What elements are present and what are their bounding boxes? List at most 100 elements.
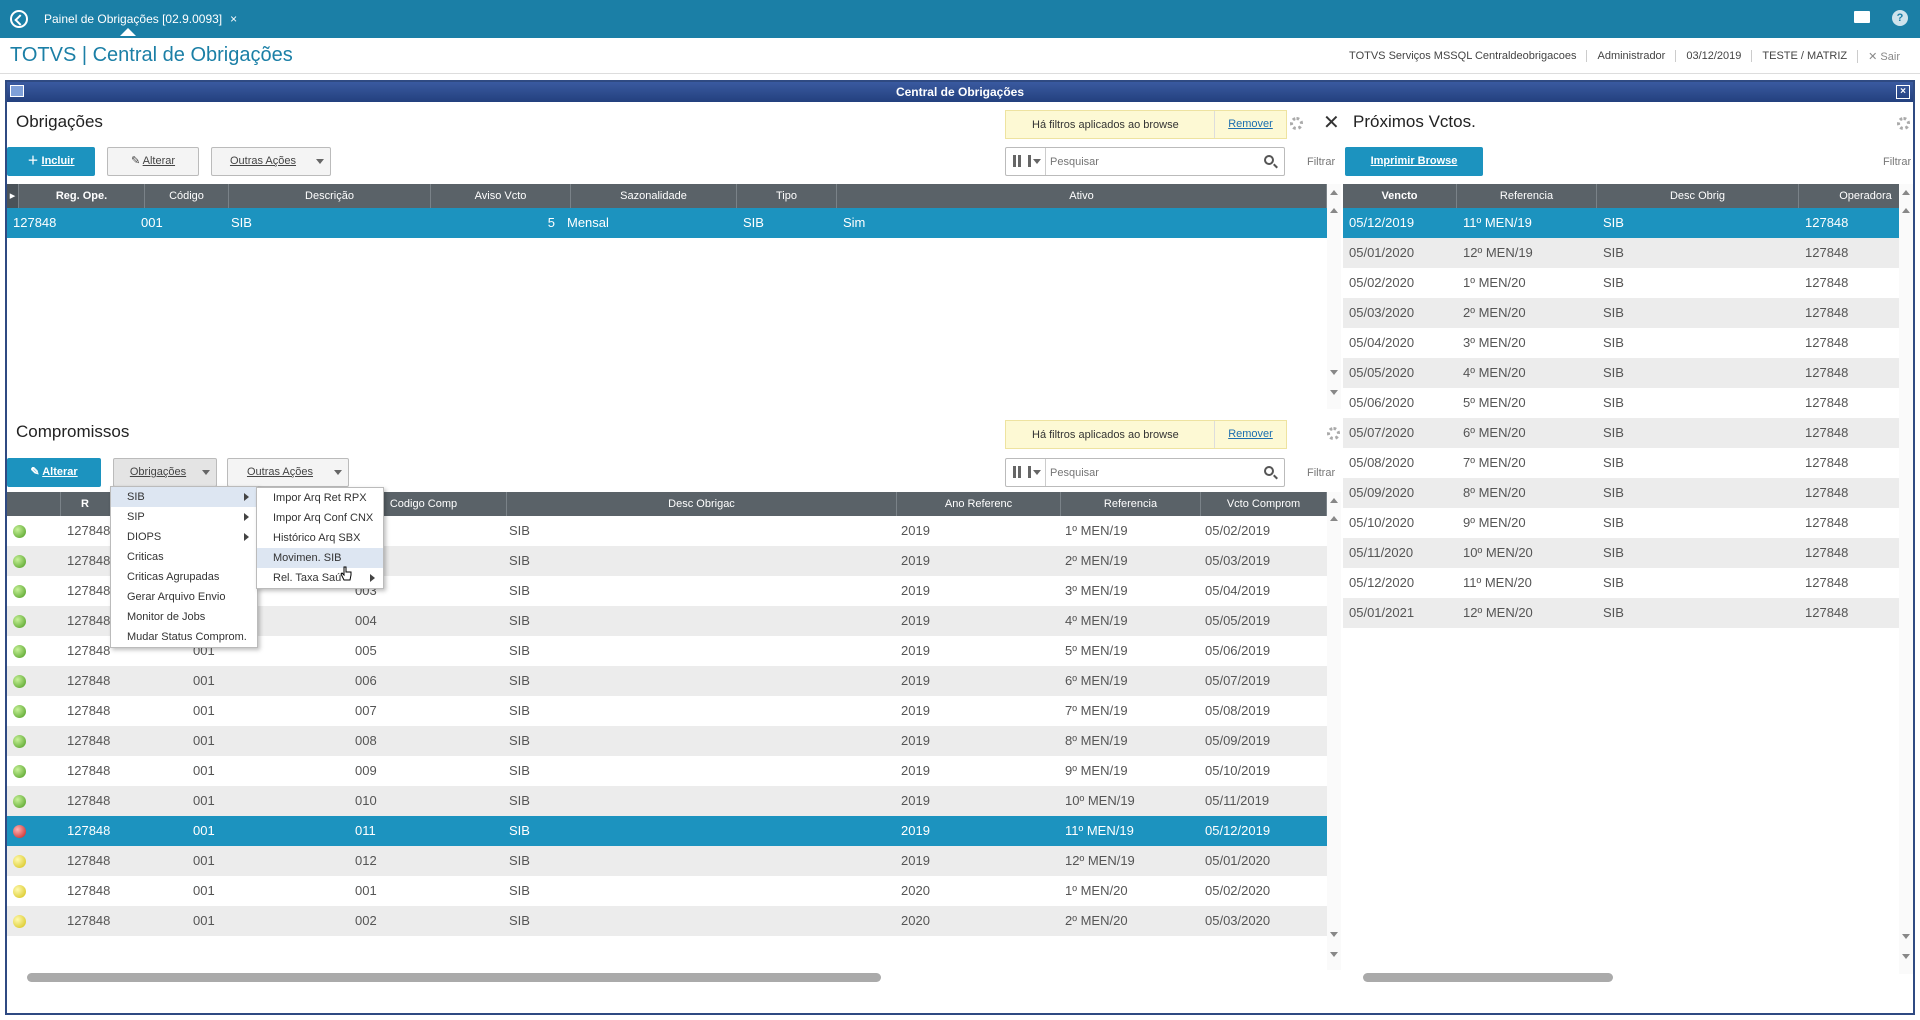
col-reg-ope[interactable]: Reg. Ope. bbox=[19, 184, 145, 208]
col-descricao[interactable]: Descrição bbox=[229, 184, 431, 208]
col-referencia[interactable]: Referencia bbox=[1457, 184, 1597, 208]
filtrar-proximos-link[interactable]: Filtrar bbox=[1883, 156, 1911, 168]
col-sazonalidade[interactable]: Sazonalidade bbox=[571, 184, 737, 208]
search-obrigacoes[interactable] bbox=[1005, 147, 1285, 176]
columns-icon[interactable] bbox=[1006, 148, 1046, 175]
alterar-obrigacao-button[interactable]: ✎ Alterar bbox=[107, 147, 199, 176]
search-obrigacoes-input[interactable] bbox=[1050, 151, 1250, 172]
menu-item-sip[interactable]: SIP bbox=[111, 507, 257, 527]
remove-filter-link[interactable]: Remover bbox=[1214, 421, 1286, 448]
col-desc-obrigac[interactable]: Desc Obrigac bbox=[507, 492, 897, 516]
col-vencto[interactable]: Vencto bbox=[1343, 184, 1457, 208]
table-row[interactable]: 05/03/2020 2º MEN/20 SIB 127848 bbox=[1343, 298, 1899, 328]
mail-icon[interactable] bbox=[1854, 11, 1870, 23]
scroll-up-icon[interactable] bbox=[1902, 190, 1910, 195]
compromissos-vscroll[interactable] bbox=[1327, 492, 1341, 970]
exit-button[interactable]: ✕ Sair bbox=[1857, 49, 1910, 63]
table-row[interactable]: 127848 001 009 SIB 2019 9º MEN/19 05/10/2019 bbox=[7, 756, 1327, 786]
table-row[interactable]: 05/01/2021 12º MEN/20 SIB 127848 bbox=[1343, 598, 1899, 628]
gear-icon[interactable] bbox=[1290, 117, 1303, 130]
obrigacoes-menu-button[interactable]: Obrigações bbox=[113, 458, 217, 487]
menu-item-mudar-status[interactable]: Mudar Status Comprom. bbox=[111, 627, 257, 647]
scroll-page-up-icon[interactable] bbox=[1330, 516, 1338, 521]
scroll-down-icon[interactable] bbox=[1330, 952, 1338, 957]
search-compromissos-input[interactable] bbox=[1050, 462, 1250, 483]
scroll-up-icon[interactable] bbox=[1330, 190, 1338, 195]
table-row[interactable]: 127848 001 002 SIB 2020 2º MEN/20 05/03/2020 bbox=[7, 906, 1327, 936]
table-row[interactable]: 05/12/2019 11º MEN/19 SIB 127848 bbox=[1343, 208, 1899, 238]
hscroll-thumb[interactable] bbox=[27, 973, 881, 982]
table-row[interactable]: 127848 001 012 SIB 2019 12º MEN/19 05/01/2020 bbox=[7, 846, 1327, 876]
menu-item-movimen-sib[interactable]: Movimen. SIB bbox=[257, 548, 383, 568]
proximos-hscroll[interactable] bbox=[1343, 970, 1903, 984]
remove-filter-link[interactable]: Remover bbox=[1214, 111, 1286, 138]
menu-item-gerar-arquivo-envio[interactable]: Gerar Arquivo Envio bbox=[111, 587, 257, 607]
table-row[interactable]: 05/09/2020 8º MEN/20 SIB 127848 bbox=[1343, 478, 1899, 508]
scroll-page-down-icon[interactable] bbox=[1330, 932, 1338, 937]
search-icon[interactable] bbox=[1264, 466, 1274, 476]
search-icon[interactable] bbox=[1264, 155, 1274, 165]
table-row[interactable]: 05/10/2020 9º MEN/20 SIB 127848 bbox=[1343, 508, 1899, 538]
col-codigo[interactable]: Código bbox=[145, 184, 229, 208]
col-ano-referenc[interactable]: Ano Referenc bbox=[897, 492, 1061, 516]
table-row[interactable]: 05/06/2020 5º MEN/20 SIB 127848 bbox=[1343, 388, 1899, 418]
search-compromissos[interactable] bbox=[1005, 458, 1285, 487]
table-row[interactable]: 05/05/2020 4º MEN/20 SIB 127848 bbox=[1343, 358, 1899, 388]
table-row[interactable]: 127848 001 006 SIB 2019 6º MEN/19 05/07/2019 bbox=[7, 666, 1327, 696]
col-referencia[interactable]: Referencia bbox=[1061, 492, 1201, 516]
obrigacoes-vscroll[interactable] bbox=[1327, 184, 1341, 409]
proximos-vscroll[interactable] bbox=[1899, 184, 1913, 974]
incluir-button[interactable]: ＋ Incluir bbox=[7, 147, 95, 176]
col-ativo[interactable]: Ativo bbox=[837, 184, 1327, 208]
tab-painel-obrigacoes[interactable]: Painel de Obrigações [02.9.0093] × bbox=[36, 4, 245, 34]
table-row[interactable]: 05/07/2020 6º MEN/20 SIB 127848 bbox=[1343, 418, 1899, 448]
col-tipo[interactable]: Tipo bbox=[737, 184, 837, 208]
table-row[interactable]: 127848 001 011 SIB 2019 11º MEN/19 05/12/2019 bbox=[7, 816, 1327, 846]
filtrar-obrigacoes-link[interactable]: Filtrar bbox=[1307, 156, 1335, 168]
menu-item-rel-taxa-saude[interactable]: Rel. Taxa Saú bbox=[257, 568, 383, 588]
table-row[interactable]: 05/11/2020 10º MEN/20 SIB 127848 bbox=[1343, 538, 1899, 568]
scroll-up-icon[interactable] bbox=[1330, 498, 1338, 503]
table-row[interactable]: 05/02/2020 1º MEN/20 SIB 127848 bbox=[1343, 268, 1899, 298]
menu-item-sib[interactable]: SIB bbox=[111, 487, 257, 507]
scroll-down-icon[interactable] bbox=[1330, 390, 1338, 395]
totvs-logo-icon[interactable] bbox=[10, 10, 28, 28]
outras-acoes-compromissos-button[interactable]: Outras Ações bbox=[227, 458, 349, 487]
table-row[interactable]: 127848 001 007 SIB 2019 7º MEN/19 05/08/2019 bbox=[7, 696, 1327, 726]
col-desc-obrig[interactable]: Desc Obrig bbox=[1597, 184, 1799, 208]
gear-icon[interactable] bbox=[1897, 117, 1910, 130]
table-row[interactable]: 127848 001 SIB 5 Mensal SIB Sim bbox=[7, 208, 1327, 238]
menu-item-criticas-agrupadas[interactable]: Criticas Agrupadas bbox=[111, 567, 257, 587]
menu-item-monitor-jobs[interactable]: Monitor de Jobs bbox=[111, 607, 257, 627]
menu-item-impor-cnx[interactable]: Impor Arq Conf CNX bbox=[257, 508, 383, 528]
scroll-page-up-icon[interactable] bbox=[1902, 208, 1910, 213]
menu-item-criticas[interactable]: Criticas bbox=[111, 547, 257, 567]
help-icon[interactable]: ? bbox=[1892, 10, 1908, 26]
compromissos-hscroll[interactable] bbox=[7, 970, 1327, 984]
filtrar-compromissos-link[interactable]: Filtrar bbox=[1307, 467, 1335, 479]
col-vcto-comprom[interactable]: Vcto Comprom bbox=[1201, 492, 1327, 516]
columns-icon[interactable] bbox=[1006, 459, 1046, 486]
menu-item-diops[interactable]: DIOPS bbox=[111, 527, 257, 547]
window-close-icon[interactable]: × bbox=[1896, 85, 1910, 99]
hscroll-thumb[interactable] bbox=[1363, 973, 1613, 982]
table-row[interactable]: 127848 001 008 SIB 2019 8º MEN/19 05/09/2019 bbox=[7, 726, 1327, 756]
scroll-page-up-icon[interactable] bbox=[1330, 208, 1338, 213]
table-row[interactable]: 127848 001 010 SIB 2019 10º MEN/19 05/11/2019 bbox=[7, 786, 1327, 816]
imprimir-browse-button[interactable]: Imprimir Browse bbox=[1345, 147, 1483, 176]
outras-acoes-obrigacoes-button[interactable]: Outras Ações bbox=[211, 147, 331, 176]
close-panel-icon[interactable]: ✕ bbox=[1323, 110, 1340, 135]
menu-item-historico-sbx[interactable]: Histórico Arq SBX bbox=[257, 528, 383, 548]
table-row[interactable]: 05/04/2020 3º MEN/20 SIB 127848 bbox=[1343, 328, 1899, 358]
table-row[interactable]: 127848 001 001 SIB 2020 1º MEN/20 05/02/2020 bbox=[7, 876, 1327, 906]
scroll-page-down-icon[interactable] bbox=[1330, 370, 1338, 375]
table-row[interactable]: 05/01/2020 12º MEN/19 SIB 127848 bbox=[1343, 238, 1899, 268]
scroll-down-icon[interactable] bbox=[1902, 954, 1910, 959]
col-aviso-vcto[interactable]: Aviso Vcto bbox=[431, 184, 571, 208]
gear-icon[interactable] bbox=[1327, 427, 1340, 440]
table-row[interactable]: 05/12/2020 11º MEN/20 SIB 127848 bbox=[1343, 568, 1899, 598]
alterar-compromisso-button[interactable]: ✎ Alterar bbox=[7, 458, 101, 487]
table-row[interactable]: 05/08/2020 7º MEN/20 SIB 127848 bbox=[1343, 448, 1899, 478]
col-operadora[interactable]: Operadora bbox=[1799, 184, 1899, 208]
scroll-page-down-icon[interactable] bbox=[1902, 934, 1910, 939]
